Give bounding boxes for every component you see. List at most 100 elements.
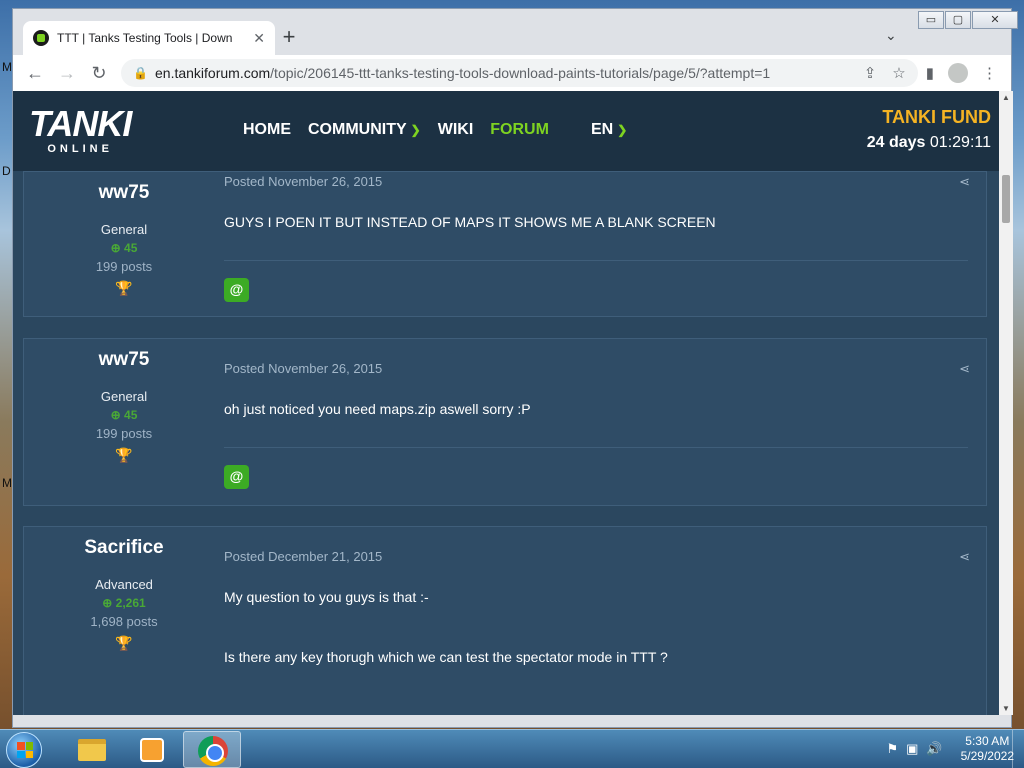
post-divider — [224, 447, 968, 448]
windows-logo-icon — [17, 742, 33, 758]
reputation-badge: ⊕ 45 — [24, 408, 224, 422]
vertical-scrollbar[interactable]: ▲ ▼ — [999, 91, 1013, 715]
post-content: My question to you guys is that :- Is th… — [224, 589, 968, 669]
post-author-block: ww75 General ⊕ 45 199 posts 🏆 — [24, 339, 224, 464]
fund-days: 24 days — [866, 134, 926, 151]
nav-label: FORUM — [490, 121, 549, 138]
author-name[interactable]: ww75 — [24, 349, 224, 371]
nav-wiki[interactable]: WIKI — [438, 121, 474, 139]
post-content: GUYS I POEN IT BUT INSTEAD OF MAPS IT SH… — [224, 214, 968, 234]
minimize-button[interactable]: ▭ — [918, 11, 944, 29]
reputation-value: 2,261 — [115, 596, 146, 610]
author-rank: General — [100, 222, 148, 237]
author-name[interactable]: ww75 — [24, 182, 224, 204]
share-post-icon[interactable]: ⋖ — [959, 549, 970, 565]
nav-label: COMMUNITY — [308, 121, 407, 138]
language-selector[interactable]: EN ❯ — [591, 121, 627, 139]
author-name[interactable]: Sacrifice — [24, 537, 224, 559]
new-tab-button[interactable]: + — [276, 25, 302, 49]
taskbar: ⚑ ▣ 🔊 5:30 AM 5/29/2022 — [0, 729, 1024, 768]
post-date[interactable]: Posted December 21, 2015 — [224, 549, 382, 564]
action-center-flag-icon[interactable]: ⚑ — [886, 741, 898, 757]
post-text-line — [224, 629, 968, 649]
taskbar-chrome[interactable] — [183, 731, 241, 768]
plus-circle-icon: ⊕ — [110, 408, 125, 422]
desktop-icon-label: D — [2, 164, 11, 178]
browser-window: TTT | Tanks Testing Tools | Download Pai… — [12, 8, 1018, 728]
volume-icon[interactable]: 🔊 — [926, 741, 942, 757]
author-post-count: 199 posts — [95, 426, 153, 441]
fund-clock: 01:29:11 — [929, 134, 991, 151]
scroll-thumb[interactable] — [1002, 175, 1010, 223]
browser-toolbar: ← → ↻ 🔒 en.tankiforum.com /topic/206145-… — [13, 55, 1011, 91]
mention-button[interactable]: @ — [224, 278, 249, 302]
maximize-button[interactable]: ▢ — [945, 11, 971, 29]
window-controls: ▭ ▢ ✕ — [917, 11, 1018, 29]
post-author-block: ww75 General ⊕ 45 199 posts 🏆 — [24, 172, 224, 297]
forward-button[interactable]: → — [51, 63, 83, 84]
desktop-icon-label: M — [2, 60, 12, 74]
nav-label: HOME — [243, 121, 291, 138]
network-icon[interactable]: ▣ — [906, 741, 918, 757]
author-rank: Advanced — [95, 577, 153, 592]
reputation-value: 45 — [124, 241, 138, 255]
post-date[interactable]: Posted November 26, 2015 — [224, 361, 382, 376]
forum-post: ww75 General ⊕ 45 199 posts 🏆 Posted Nov… — [23, 338, 987, 506]
tanki-online-logo[interactable]: TANKI ONLINE — [29, 106, 132, 156]
post-text-line: Is there any key thorugh which we can te… — [224, 649, 668, 665]
post-text-line — [224, 609, 968, 629]
nav-forum[interactable]: FORUM — [490, 121, 549, 139]
media-player-icon — [140, 738, 164, 762]
chevron-down-icon: ❯ — [410, 123, 421, 137]
post-date[interactable]: Posted November 26, 2015 — [224, 174, 382, 189]
share-icon[interactable]: ⇪ — [864, 64, 877, 82]
system-tray: ⚑ ▣ 🔊 5:30 AM 5/29/2022 — [886, 734, 1014, 764]
tanki-fund[interactable]: TANKI FUND 24 days 01:29:11 — [867, 107, 991, 152]
profile-avatar-icon[interactable] — [948, 63, 968, 83]
nav-home[interactable]: HOME — [243, 121, 291, 139]
nav-community[interactable]: COMMUNITY ❯ — [308, 121, 421, 139]
trophy-icon: 🏆 — [115, 635, 133, 651]
close-window-button[interactable]: ✕ — [972, 11, 1018, 29]
side-panel-icon[interactable]: ▮ — [926, 64, 934, 82]
start-button[interactable] — [6, 732, 42, 768]
plus-circle-icon: ⊕ — [110, 241, 125, 255]
chevron-down-icon: ❯ — [617, 123, 628, 137]
menu-kebab-icon[interactable]: ⋮ — [982, 64, 997, 82]
logo-subtitle: ONLINE — [47, 143, 113, 155]
language-label: EN — [591, 121, 614, 138]
lock-icon[interactable]: 🔒 — [133, 66, 148, 80]
tab-search-chevron-icon[interactable]: ⌄ — [885, 27, 897, 44]
fund-title: TANKI FUND — [882, 107, 991, 127]
post-text-line: oh just noticed you need maps.zip aswell… — [224, 401, 531, 417]
scroll-down-icon[interactable]: ▼ — [999, 704, 1013, 713]
plus-circle-icon: ⊕ — [102, 596, 116, 610]
bookmark-star-icon[interactable]: ☆ — [892, 64, 905, 82]
trophy-icon: 🏆 — [115, 280, 133, 296]
browser-tab[interactable]: TTT | Tanks Testing Tools | Download Pai… — [23, 21, 275, 55]
taskbar-media-player[interactable] — [122, 731, 180, 768]
scroll-up-icon[interactable]: ▲ — [999, 93, 1013, 102]
desktop-icon-label: M — [2, 476, 12, 490]
show-desktop-button[interactable] — [1012, 730, 1024, 768]
folder-icon — [78, 739, 106, 761]
mention-button[interactable]: @ — [224, 465, 249, 489]
address-bar[interactable]: 🔒 en.tankiforum.com /topic/206145-ttt-ta… — [121, 59, 918, 87]
clock-date: 5/29/2022 — [960, 749, 1014, 763]
post-author-block: Sacrifice Advanced ⊕ 2,261 1,698 posts 🏆 — [24, 527, 224, 652]
taskbar-explorer[interactable] — [62, 731, 120, 768]
back-button[interactable]: ← — [19, 63, 51, 84]
share-post-icon[interactable]: ⋖ — [959, 361, 970, 377]
url-path: /topic/206145-ttt-tanks-testing-tools-do… — [270, 65, 771, 81]
site-header: TANKI ONLINE HOME COMMUNITY ❯ WIKI FORUM … — [13, 91, 999, 171]
nav-label: WIKI — [437, 121, 474, 138]
url-host: en.tankiforum.com — [155, 65, 271, 81]
close-tab-icon[interactable]: ✕ — [253, 30, 265, 47]
author-rank: General — [100, 389, 148, 404]
author-post-count: 1,698 posts — [90, 614, 158, 629]
forum-post: ww75 General ⊕ 45 199 posts 🏆 Posted Nov… — [23, 171, 987, 317]
clock[interactable]: 5:30 AM 5/29/2022 — [961, 734, 1014, 764]
share-post-icon[interactable]: ⋖ — [959, 174, 970, 190]
post-content: oh just noticed you need maps.zip aswell… — [224, 401, 968, 421]
reload-button[interactable]: ↻ — [83, 63, 115, 84]
